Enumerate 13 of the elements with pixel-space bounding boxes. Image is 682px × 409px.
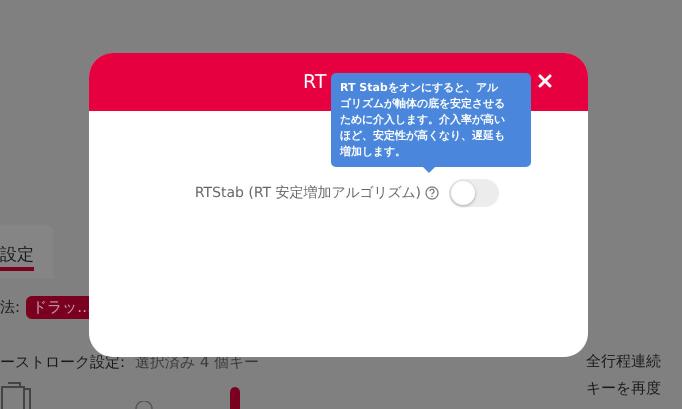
mode-label: 法: <box>0 298 20 318</box>
slider-bar <box>230 387 240 409</box>
close-icon <box>538 74 552 88</box>
toggle-switch[interactable] <box>449 179 499 207</box>
setting-label: RTStab (RT 安定増加アルゴリズム) <box>194 184 421 202</box>
help-icon[interactable] <box>425 186 439 200</box>
description-text: キーを再度 <box>586 379 661 398</box>
dialog-title: RT <box>303 71 326 93</box>
close-button[interactable] <box>538 74 552 88</box>
tooltip-text: RT Stabをオンにすると、アルゴリズムが軸体の底を安定させるために介入します。介入率が高いほど、安定性が高くなり、遅延も増加します。 <box>340 80 506 160</box>
document-icon <box>0 381 34 409</box>
description-text: 全行程連続 <box>586 352 661 371</box>
settings-tab[interactable]: 設定 <box>0 245 34 272</box>
